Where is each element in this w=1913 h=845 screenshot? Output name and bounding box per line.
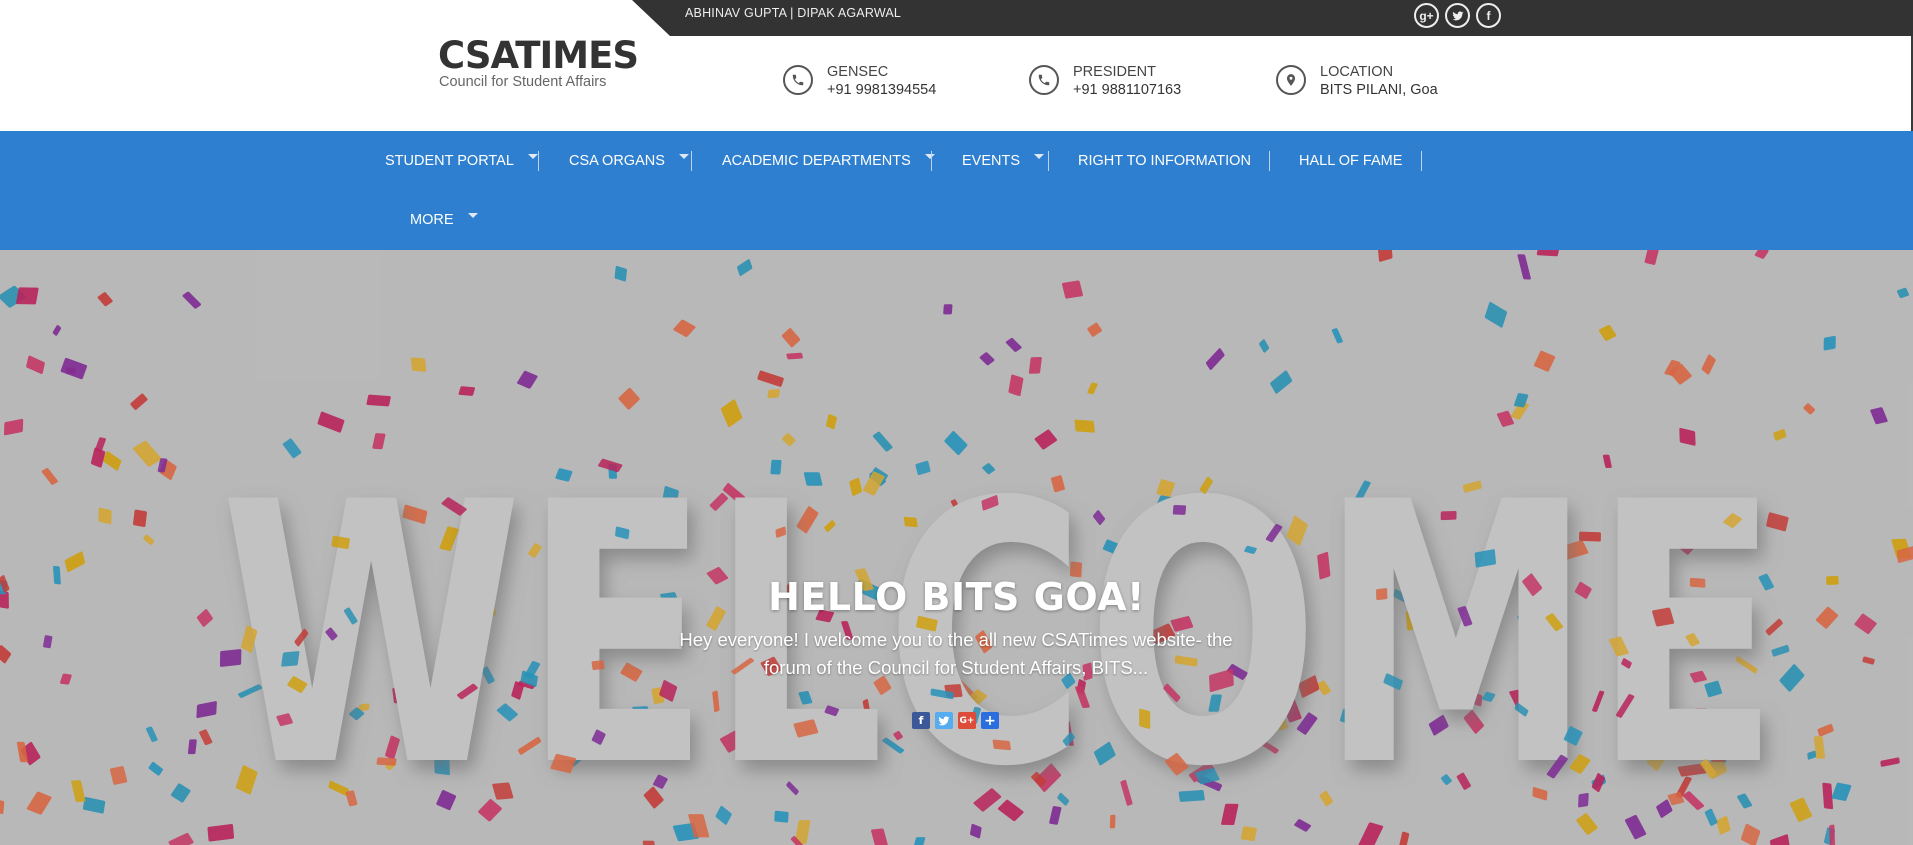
phone-icon	[783, 65, 813, 95]
contact-value: BITS PILANI, Goa	[1320, 82, 1438, 98]
facebook-share-icon[interactable]: f	[912, 712, 930, 729]
hero-title: HELLO BITS GOA!	[768, 575, 1145, 619]
nav-item-label: CSA ORGANS	[569, 152, 665, 169]
google-plus-icon[interactable]: g+	[1414, 3, 1439, 28]
nav-item-more[interactable]: MORE	[410, 190, 478, 249]
nav-item-label: MORE	[410, 211, 454, 228]
caret-down-icon	[1034, 154, 1045, 159]
nav-separator	[931, 151, 932, 171]
share-buttons: f G+ +	[912, 712, 999, 729]
caret-down-icon	[678, 154, 689, 159]
nav-item-label: ACADEMIC DEPARTMENTS	[722, 152, 911, 169]
nav-item-right-to-information[interactable]: RIGHT TO INFORMATION	[1078, 131, 1251, 190]
nav-item-student-portal[interactable]: STUDENT PORTAL	[385, 131, 538, 190]
caret-down-icon	[527, 154, 538, 159]
twitter-share-icon[interactable]	[935, 712, 953, 729]
contact-label: LOCATION	[1320, 64, 1394, 80]
contact-label: PRESIDENT	[1073, 64, 1156, 80]
topbar-names: ABHINAV GUPTA | DIPAK AGARWAL	[685, 6, 902, 20]
facebook-icon[interactable]: f	[1476, 3, 1501, 28]
main-nav: STUDENT PORTAL CSA ORGANS ACADEMIC DEPAR…	[0, 131, 1913, 250]
contact-location: LOCATION BITS PILANI, Goa	[1276, 64, 1438, 99]
phone-icon	[1029, 65, 1059, 95]
nav-item-label: EVENTS	[962, 152, 1021, 169]
nav-item-label: RIGHT TO INFORMATION	[1078, 152, 1251, 169]
contact-label: GENSEC	[827, 64, 889, 80]
hero-text: Hey everyone! I welcome you to the all n…	[679, 629, 1233, 678]
nav-separator	[1421, 151, 1422, 171]
nav-separator	[691, 151, 692, 171]
location-pin-icon	[1276, 65, 1306, 95]
contact-gensec: GENSEC +91 9981394554	[783, 64, 936, 99]
site-title[interactable]: CSATIMES	[438, 34, 639, 78]
caret-down-icon	[924, 154, 935, 159]
contact-president: PRESIDENT +91 9881107163	[1029, 64, 1181, 99]
nav-item-events[interactable]: EVENTS	[962, 131, 1045, 190]
nav-separator	[538, 151, 539, 171]
hero-banner: WELCOME HELLO BITS GOA! Hey everyone! I …	[0, 250, 1913, 845]
contact-value: +91 9881107163	[1073, 82, 1182, 98]
nav-item-label: STUDENT PORTAL	[385, 152, 514, 169]
caret-down-icon	[467, 213, 478, 218]
nav-item-label: HALL OF FAME	[1299, 152, 1403, 169]
social-links: g+ f	[1414, 3, 1501, 28]
topbar-notch	[632, 0, 670, 36]
twitter-icon[interactable]	[1445, 3, 1470, 28]
brand[interactable]: CSATIMES Council for Student Affairs	[438, 34, 639, 90]
google-plus-share-icon[interactable]: G+	[958, 712, 976, 729]
nav-separator	[1048, 151, 1049, 171]
nav-item-academic-departments[interactable]: ACADEMIC DEPARTMENTS	[722, 131, 935, 190]
hero-overlay	[0, 250, 1913, 845]
nav-item-hall-of-fame[interactable]: HALL OF FAME	[1299, 131, 1402, 190]
nav-separator	[1269, 151, 1270, 171]
contact-value: +91 9981394554	[827, 82, 937, 98]
nav-item-csa-organs[interactable]: CSA ORGANS	[569, 131, 689, 190]
addthis-share-icon[interactable]: +	[981, 712, 999, 729]
